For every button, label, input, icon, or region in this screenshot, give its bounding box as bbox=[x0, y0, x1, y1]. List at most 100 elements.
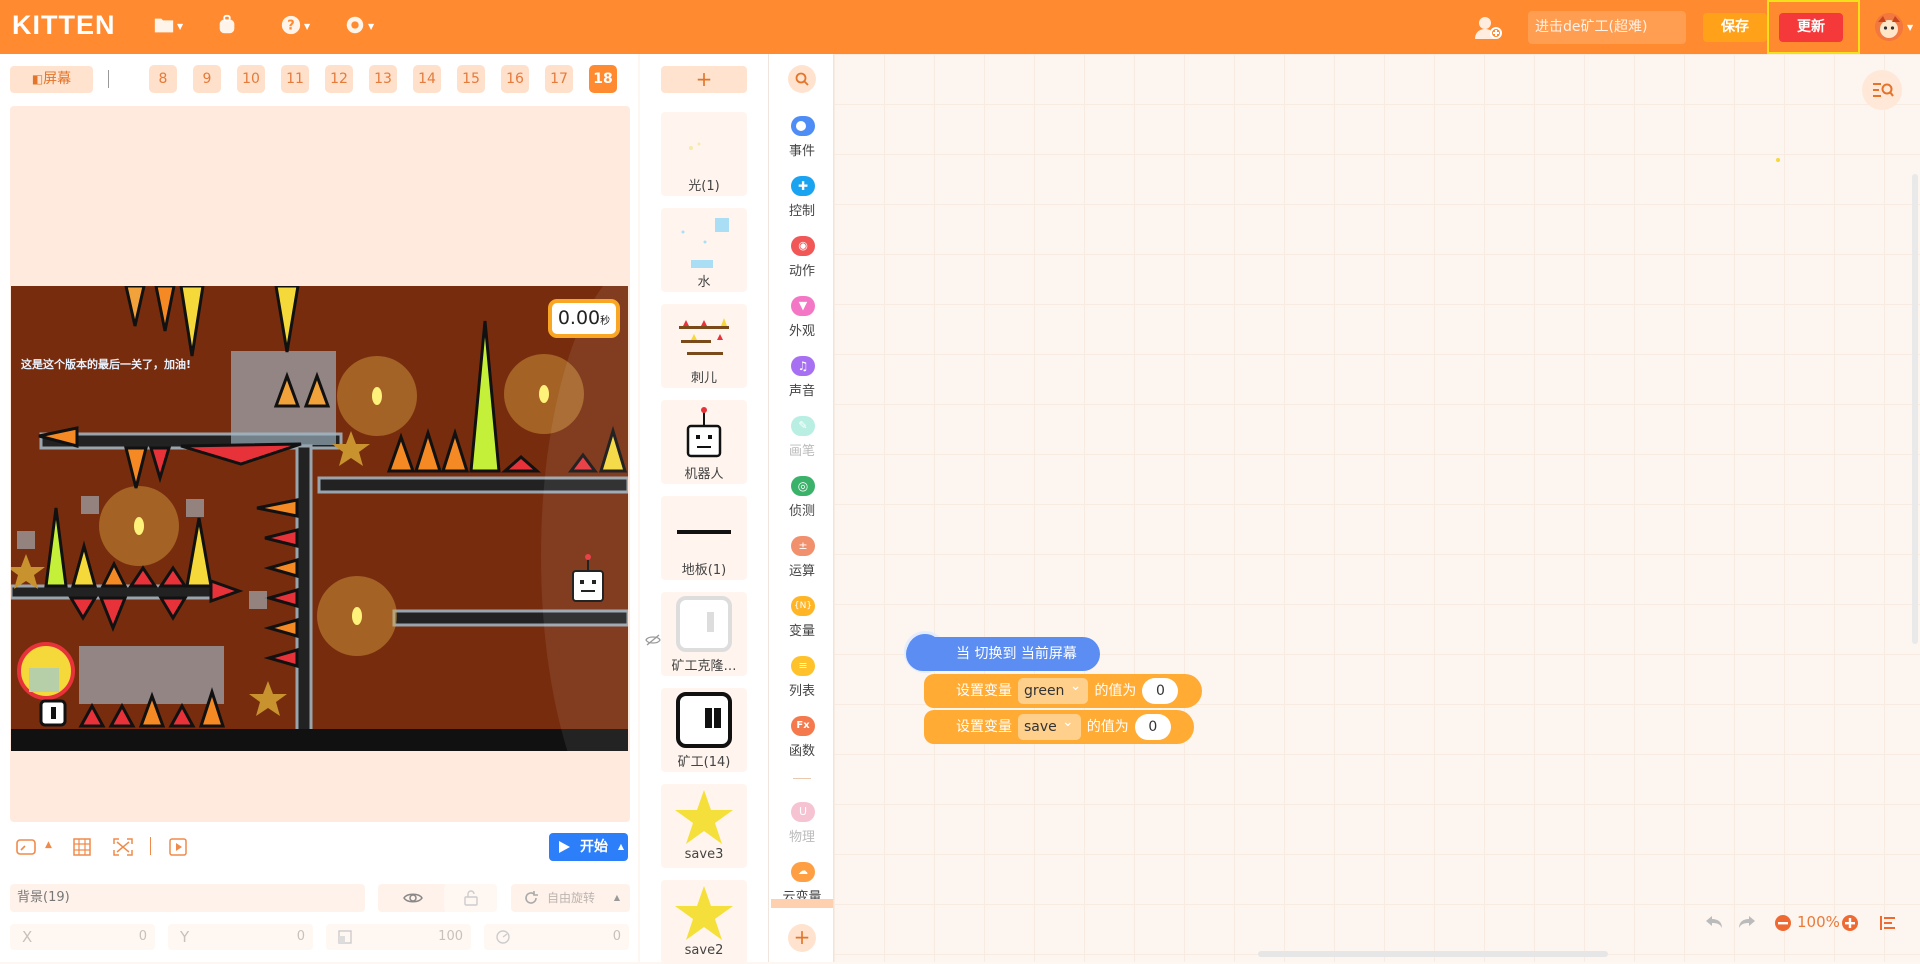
fullscreen-icon[interactable] bbox=[113, 838, 133, 860]
category-physics[interactable]: U 物理 bbox=[769, 802, 835, 856]
category-label: 侦测 bbox=[788, 504, 815, 519]
sprite-name-label: 光(1) bbox=[688, 179, 720, 194]
value-suffix-label: 的值为 bbox=[1086, 719, 1129, 735]
sprite-card-water[interactable]: 水 bbox=[661, 208, 747, 292]
category-label: 画笔 bbox=[788, 444, 815, 459]
sprite-card-save2[interactable]: save2 bbox=[661, 880, 747, 964]
grid-icon[interactable] bbox=[73, 838, 91, 860]
sprite-card-light[interactable]: 光(1) bbox=[661, 112, 747, 196]
backpack-icon[interactable] bbox=[216, 14, 246, 40]
category-variables[interactable]: {N} 变量 bbox=[769, 596, 835, 650]
value-input[interactable]: 0 bbox=[1142, 678, 1179, 704]
zoom-in-icon[interactable] bbox=[1841, 914, 1859, 932]
undo-icon[interactable] bbox=[1704, 914, 1724, 930]
sprite-card-save3[interactable]: save3 bbox=[661, 784, 747, 868]
screen-list-button[interactable]: ◧屏幕 bbox=[10, 66, 93, 93]
recording-icon[interactable] bbox=[169, 838, 187, 860]
x-position-field[interactable]: X 0 bbox=[10, 924, 155, 950]
category-sensing[interactable]: ◎ 侦测 bbox=[769, 476, 835, 530]
stage-size-icon[interactable] bbox=[16, 838, 36, 860]
scene-tab-17[interactable]: 17 bbox=[545, 65, 573, 93]
rotation-caret-icon: ▲ bbox=[613, 893, 620, 902]
set-variable-label: 设置变量 bbox=[956, 719, 1012, 735]
when-screen-switched-block[interactable]: 当 切换到 当前屏幕 bbox=[906, 637, 1100, 671]
save-button[interactable]: 保存 bbox=[1703, 13, 1767, 42]
lock-toggle[interactable] bbox=[444, 884, 497, 912]
workspace-search-button[interactable] bbox=[1862, 70, 1902, 110]
user-avatar[interactable] bbox=[1875, 13, 1903, 41]
category-cloud-variables[interactable]: ☁ 云变量 bbox=[769, 862, 835, 900]
sprite-name-input[interactable]: 背景(19) bbox=[10, 884, 365, 912]
sprite-card-miner[interactable]: 矿工(14) bbox=[661, 688, 747, 772]
scene-tab-10[interactable]: 10 bbox=[237, 65, 265, 93]
stage-panel: ◧屏幕 8 9 10 11 12 13 14 15 16 17 18 这是这个版… bbox=[0, 54, 638, 962]
sprite-thumb-water bbox=[681, 218, 729, 268]
game-stage-canvas[interactable]: 这是这个版本的最后一关了，加油! 0.00秒 bbox=[11, 286, 628, 751]
set-variable-block-green[interactable]: 设置变量 green 的值为 0 bbox=[924, 673, 1202, 708]
variable-dropdown[interactable]: green bbox=[1018, 673, 1089, 704]
size-field[interactable]: 100 bbox=[326, 924, 471, 950]
help-caret-icon: ▼ bbox=[304, 22, 311, 31]
category-lists[interactable]: ≡ 列表 bbox=[769, 656, 835, 710]
project-name-input[interactable]: 进击de矿工(超难) bbox=[1528, 11, 1686, 44]
start-button[interactable]: 开始 ▲ bbox=[549, 833, 628, 861]
category-sound[interactable]: ♫ 声音 bbox=[769, 356, 835, 410]
scene-tab-14[interactable]: 14 bbox=[413, 65, 441, 93]
scene-tab-11[interactable]: 11 bbox=[281, 65, 309, 93]
sprite-card-floor[interactable]: 地板(1) bbox=[661, 496, 747, 580]
y-position-field[interactable]: Y 0 bbox=[168, 924, 313, 950]
sprite-name-label: 矿工克隆… bbox=[671, 659, 737, 674]
scene-tab-16[interactable]: 16 bbox=[501, 65, 529, 93]
category-divider bbox=[793, 778, 811, 779]
category-functions[interactable]: Fx 函数 bbox=[769, 716, 835, 770]
block-search-button[interactable] bbox=[788, 65, 816, 93]
workspace-horizontal-scrollbar[interactable] bbox=[1258, 951, 1608, 957]
sprite-name-label: 矿工(14) bbox=[677, 755, 731, 770]
category-motion[interactable]: ◉ 动作 bbox=[769, 236, 835, 290]
stage-size-caret-icon[interactable]: ▲ bbox=[45, 840, 52, 850]
update-button[interactable]: 更新 bbox=[1779, 13, 1843, 42]
add-collaborator-icon[interactable] bbox=[1474, 15, 1502, 45]
category-control[interactable]: ✚ 控制 bbox=[769, 176, 835, 230]
scene-tab-8[interactable]: 8 bbox=[149, 65, 177, 93]
scene-tab-15[interactable]: 15 bbox=[457, 65, 485, 93]
rotation-mode-select[interactable]: 自由旋转 ▲ bbox=[511, 884, 630, 912]
screen-icon: ◧ bbox=[31, 72, 44, 86]
scene-tab-13[interactable]: 13 bbox=[369, 65, 397, 93]
eye-icon bbox=[403, 893, 423, 903]
workspace-vertical-scrollbar[interactable] bbox=[1912, 174, 1918, 644]
scene-tab-12[interactable]: 12 bbox=[325, 65, 353, 93]
category-pen[interactable]: ✎ 画笔 bbox=[769, 416, 835, 470]
direction-field[interactable]: 0 bbox=[484, 924, 629, 950]
start-dropdown-icon[interactable]: ▲ bbox=[618, 833, 624, 861]
category-operators[interactable]: ± 运算 bbox=[769, 536, 835, 590]
search-icon bbox=[795, 72, 809, 86]
code-workspace[interactable] bbox=[834, 54, 1920, 962]
scene-tab-9[interactable]: 9 bbox=[193, 65, 221, 93]
category-label: 函数 bbox=[788, 744, 815, 759]
sprite-card-robot[interactable]: 机器人 bbox=[661, 400, 747, 484]
sprite-card-spike[interactable]: 刺儿 bbox=[661, 304, 747, 388]
visibility-toggle[interactable] bbox=[378, 884, 448, 912]
svg-text:?: ? bbox=[287, 19, 294, 34]
pen-icon: ✎ bbox=[791, 416, 815, 436]
value-input[interactable]: 0 bbox=[1134, 714, 1171, 740]
functions-icon: Fx bbox=[791, 716, 815, 736]
category-scroll-indicator[interactable] bbox=[771, 899, 833, 908]
variable-dropdown[interactable]: save bbox=[1018, 709, 1081, 740]
category-events[interactable]: 事件 bbox=[769, 116, 835, 170]
add-extension-button[interactable]: + bbox=[788, 924, 816, 952]
cleanup-blocks-icon[interactable] bbox=[1879, 914, 1897, 932]
redo-icon[interactable] bbox=[1737, 914, 1757, 930]
category-looks[interactable]: ▼ 外观 bbox=[769, 296, 835, 350]
set-variable-block-save[interactable]: 设置变量 save 的值为 0 bbox=[924, 709, 1194, 744]
level-banner-text: 这是这个版本的最后一关了，加油! bbox=[21, 358, 192, 371]
scene-tab-18[interactable]: 18 bbox=[589, 65, 617, 93]
hidden-sprite-icon[interactable] bbox=[645, 634, 661, 646]
rotate-icon bbox=[525, 891, 538, 904]
timer-display: 0.00秒 bbox=[548, 299, 620, 338]
zoom-out-icon[interactable] bbox=[1774, 914, 1792, 932]
sound-icon: ♫ bbox=[791, 356, 815, 376]
add-sprite-button[interactable]: + bbox=[661, 66, 747, 93]
sprite-card-miner-clone[interactable]: 矿工克隆… bbox=[661, 592, 747, 676]
